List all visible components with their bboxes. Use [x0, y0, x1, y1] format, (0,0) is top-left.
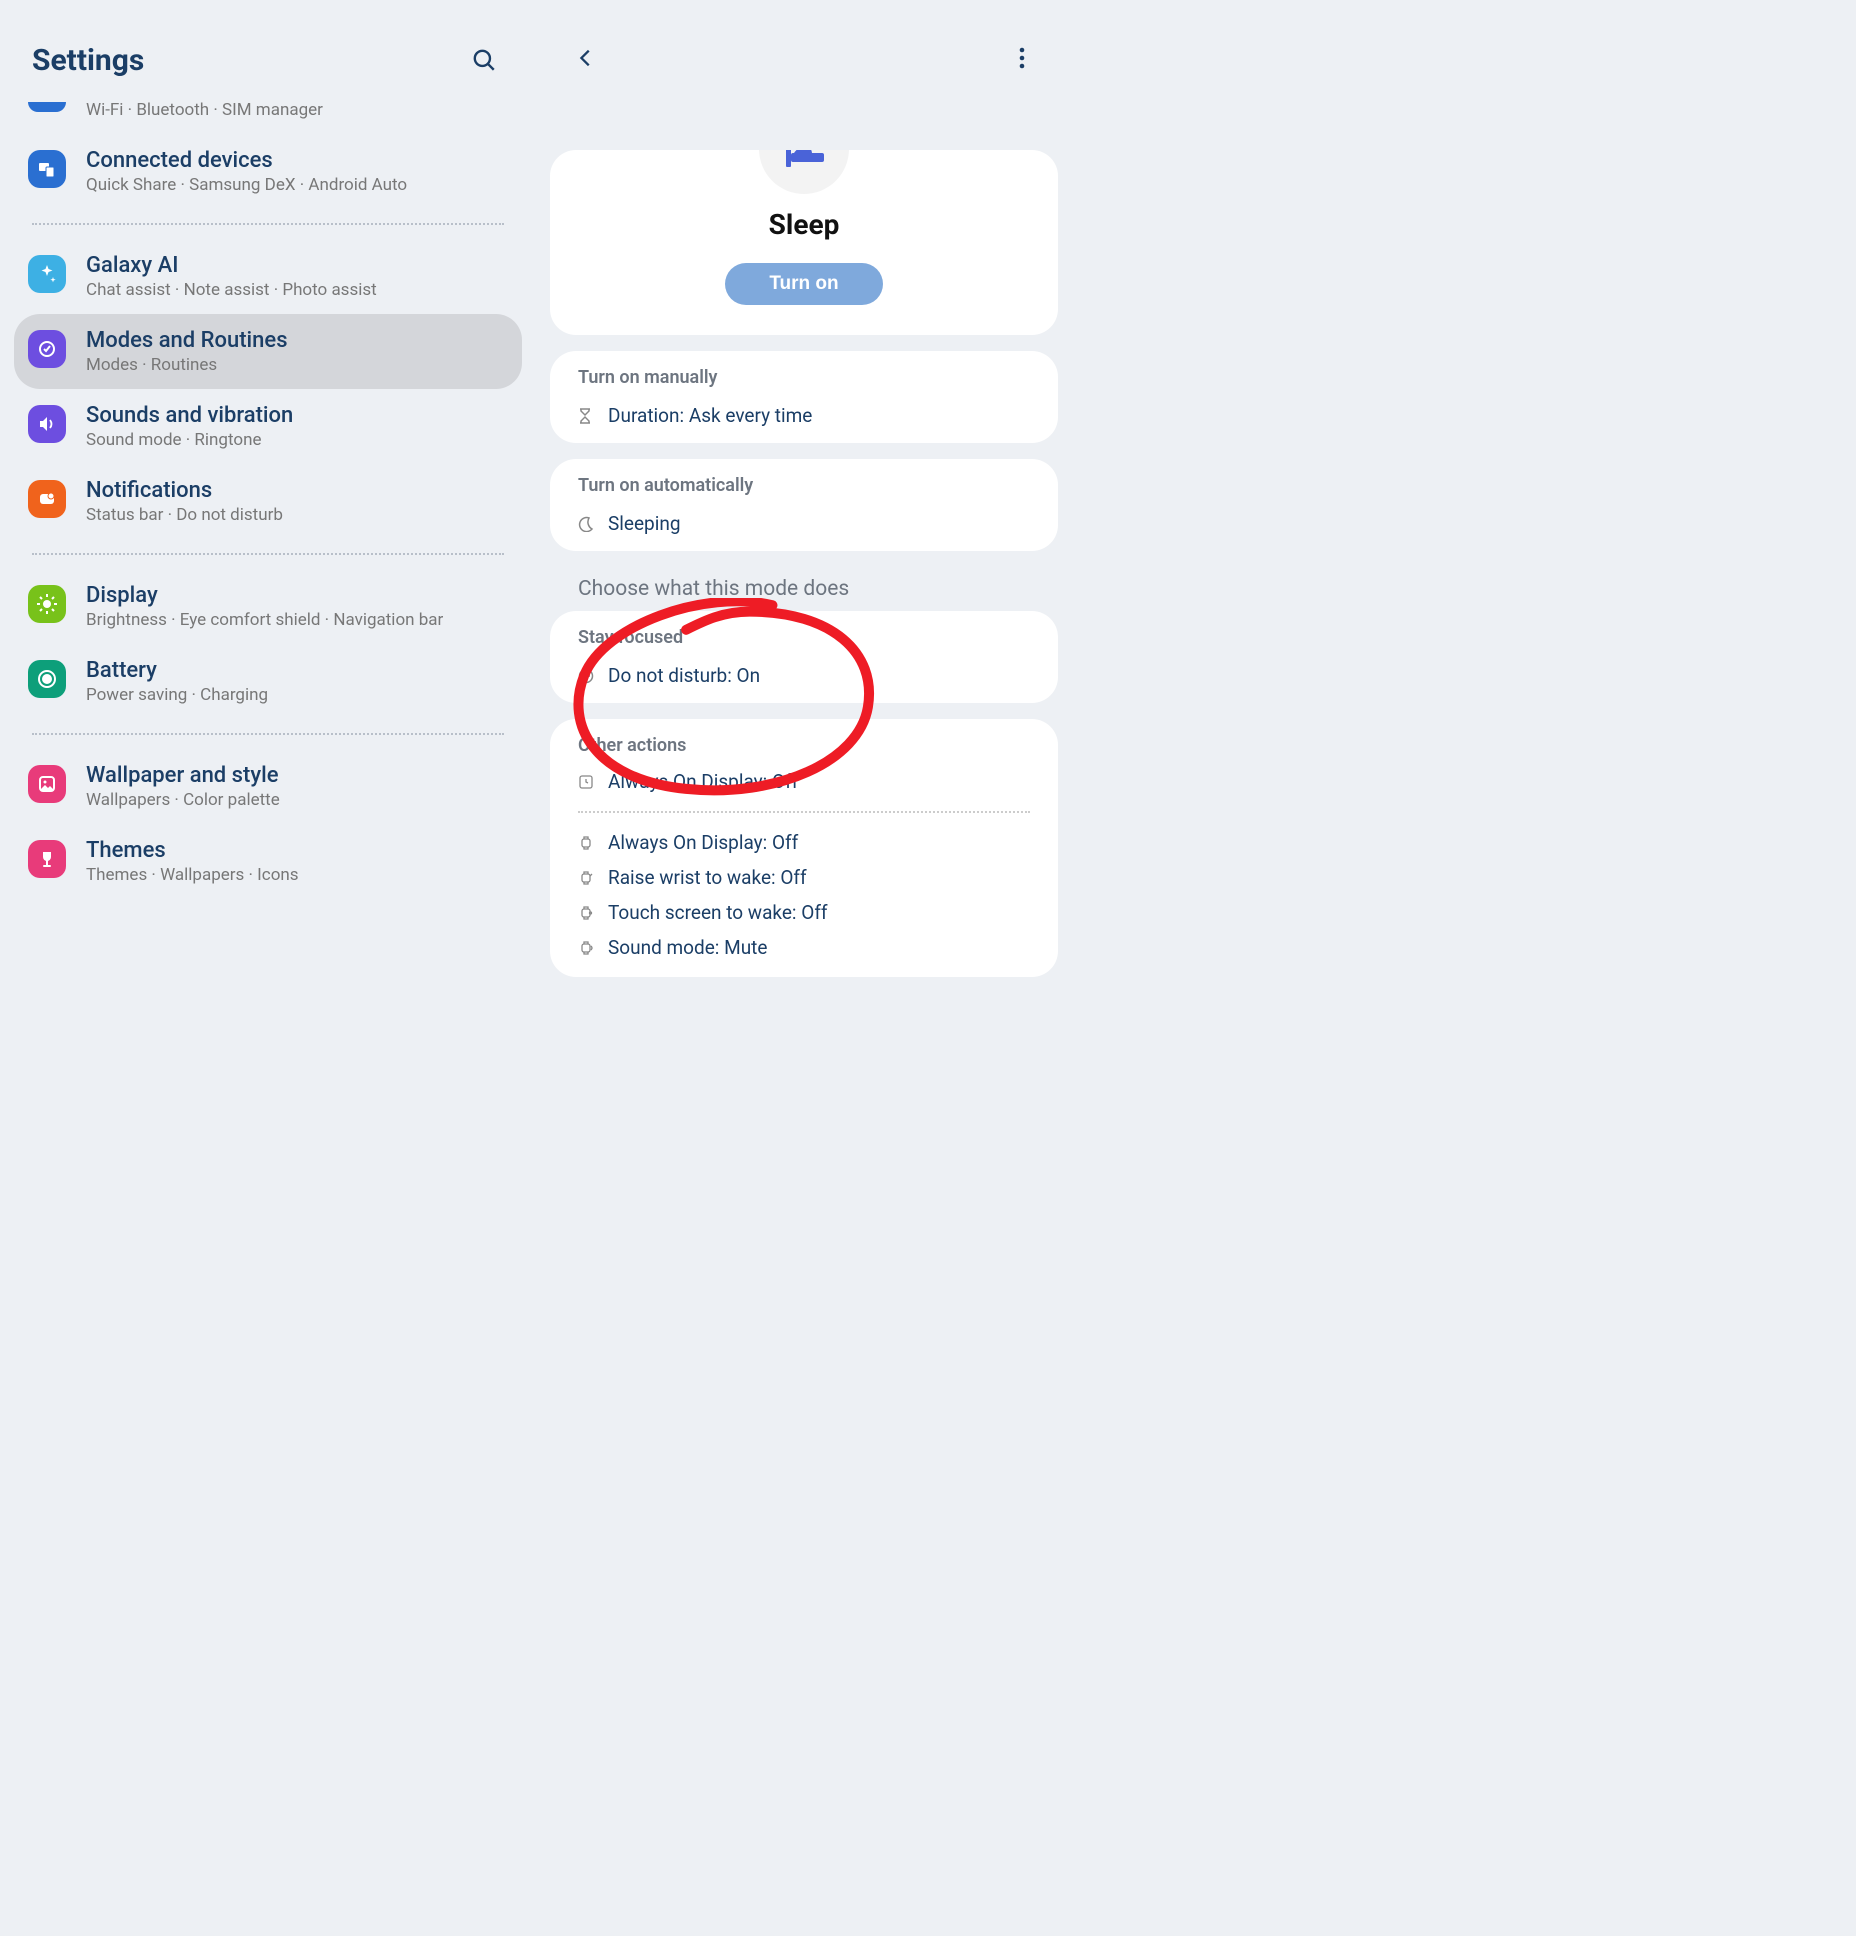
watch-icon — [578, 835, 596, 851]
watch-touch-icon — [578, 905, 596, 921]
more-button[interactable] — [1002, 38, 1042, 78]
dnd-icon — [578, 668, 596, 684]
item-subtitle: Chat assist · Note assist · Photo assist — [86, 280, 508, 300]
watch-sound-icon — [578, 940, 596, 956]
item-subtitle: Brightness · Eye comfort shield · Naviga… — [86, 610, 508, 630]
action-row[interactable]: Touch screen to wake: Off — [550, 895, 1058, 930]
settings-item-battery[interactable]: Battery Power saving · Charging — [14, 644, 522, 719]
settings-item-galaxy-ai[interactable]: Galaxy AI Chat assist · Note assist · Ph… — [14, 239, 522, 314]
settings-title: Settings — [32, 43, 144, 78]
action-row[interactable]: Always On Display: Off — [550, 764, 1058, 799]
settings-item-modes-routines[interactable]: Modes and Routines Modes · Routines — [14, 314, 522, 389]
turn-on-button[interactable]: Turn on — [725, 263, 882, 305]
action-label: Raise wrist to wake: Off — [608, 866, 807, 889]
action-row[interactable]: Always On Display: Off — [550, 825, 1058, 860]
auto-trigger-row[interactable]: Sleeping — [550, 504, 1058, 551]
item-subtitle: Sound mode · Ringtone — [86, 430, 508, 450]
notifications-icon — [28, 480, 66, 518]
item-title: Sounds and vibration — [86, 403, 508, 428]
item-title: Display — [86, 583, 508, 608]
settings-item-notifications[interactable]: Notifications Status bar · Do not distur… — [14, 464, 522, 539]
action-label: Touch screen to wake: Off — [608, 901, 828, 924]
connected-devices-icon — [28, 150, 66, 188]
item-subtitle: Quick Share · Samsung DeX · Android Auto — [86, 175, 508, 195]
watch-raise-icon — [578, 870, 596, 886]
item-title: Galaxy AI — [86, 253, 508, 278]
item-subtitle: Power saving · Charging — [86, 685, 508, 705]
settings-list: Wi-Fi · Bluetooth · SIM manager Connecte… — [14, 100, 522, 899]
auto-card: Turn on automatically Sleeping — [550, 459, 1058, 551]
item-title: Themes — [86, 838, 508, 863]
item-title: Modes and Routines — [86, 328, 508, 353]
action-label: Always On Display: Off — [608, 831, 798, 854]
mode-detail-panel: Sleep Turn on Turn on manually Duration:… — [536, 0, 1072, 1108]
item-subtitle: Modes · Routines — [86, 355, 508, 375]
more-icon — [1019, 46, 1025, 70]
search-button[interactable] — [464, 40, 504, 80]
other-actions-card: Other actions Always On Display: Off Alw… — [550, 719, 1058, 977]
settings-item-connections-partial[interactable]: Wi-Fi · Bluetooth · SIM manager — [14, 100, 522, 134]
hourglass-icon — [578, 408, 596, 424]
item-title: Battery — [86, 658, 508, 683]
item-subtitle: Wallpapers · Color palette — [86, 790, 508, 810]
card-divider — [578, 811, 1030, 813]
manual-header: Turn on manually — [550, 351, 1058, 396]
themes-icon — [28, 840, 66, 878]
sleep-icon — [778, 150, 830, 175]
auto-trigger-label: Sleeping — [608, 512, 681, 535]
clock-icon — [578, 774, 596, 790]
duration-row[interactable]: Duration: Ask every time — [550, 396, 1058, 443]
divider — [32, 733, 504, 735]
sleep-icon-wrap — [759, 150, 849, 194]
duration-label: Duration: Ask every time — [608, 404, 812, 427]
settings-item-display[interactable]: Display Brightness · Eye comfort shield … — [14, 569, 522, 644]
dnd-row[interactable]: Do not disturb: On — [550, 656, 1058, 703]
back-button[interactable] — [566, 38, 606, 78]
stay-focused-card: Stay focused Do not disturb: On — [550, 611, 1058, 703]
settings-panel: Settings Wi-Fi · Bluetooth · SIM manager… — [0, 0, 536, 1108]
choose-header: Choose what this mode does — [550, 567, 1058, 611]
battery-icon — [28, 660, 66, 698]
action-row[interactable]: Sound mode: Mute — [550, 930, 1058, 977]
divider — [32, 223, 504, 225]
item-title: Notifications — [86, 478, 508, 503]
modes-routines-icon — [28, 330, 66, 368]
dnd-label: Do not disturb: On — [608, 664, 760, 687]
settings-item-connected-devices[interactable]: Connected devices Quick Share · Samsung … — [14, 134, 522, 209]
back-icon — [575, 47, 597, 69]
moon-icon — [578, 516, 596, 532]
divider — [32, 553, 504, 555]
item-subtitle: Themes · Wallpapers · Icons — [86, 865, 508, 885]
galaxy-ai-icon — [28, 255, 66, 293]
settings-item-themes[interactable]: Themes Themes · Wallpapers · Icons — [14, 824, 522, 899]
action-row[interactable]: Raise wrist to wake: Off — [550, 860, 1058, 895]
mode-title: Sleep — [550, 208, 1058, 241]
settings-item-sounds-vibration[interactable]: Sounds and vibration Sound mode · Ringto… — [14, 389, 522, 464]
mode-header-card: Sleep Turn on — [550, 150, 1058, 335]
stay-focused-header: Stay focused — [550, 611, 1058, 656]
item-subtitle: Status bar · Do not disturb — [86, 505, 508, 525]
settings-item-wallpaper-style[interactable]: Wallpaper and style Wallpapers · Color p… — [14, 749, 522, 824]
auto-header: Turn on automatically — [550, 459, 1058, 504]
connections-icon — [28, 102, 66, 112]
action-label: Sound mode: Mute — [608, 936, 767, 959]
item-subtitle: Wi-Fi · Bluetooth · SIM manager — [86, 100, 508, 120]
other-actions-header: Other actions — [550, 719, 1058, 764]
action-label: Always On Display: Off — [608, 770, 798, 793]
manual-card: Turn on manually Duration: Ask every tim… — [550, 351, 1058, 443]
item-title: Connected devices — [86, 148, 508, 173]
search-icon — [471, 47, 497, 73]
item-title: Wallpaper and style — [86, 763, 508, 788]
wallpaper-style-icon — [28, 765, 66, 803]
sounds-vibration-icon — [28, 405, 66, 443]
display-icon — [28, 585, 66, 623]
